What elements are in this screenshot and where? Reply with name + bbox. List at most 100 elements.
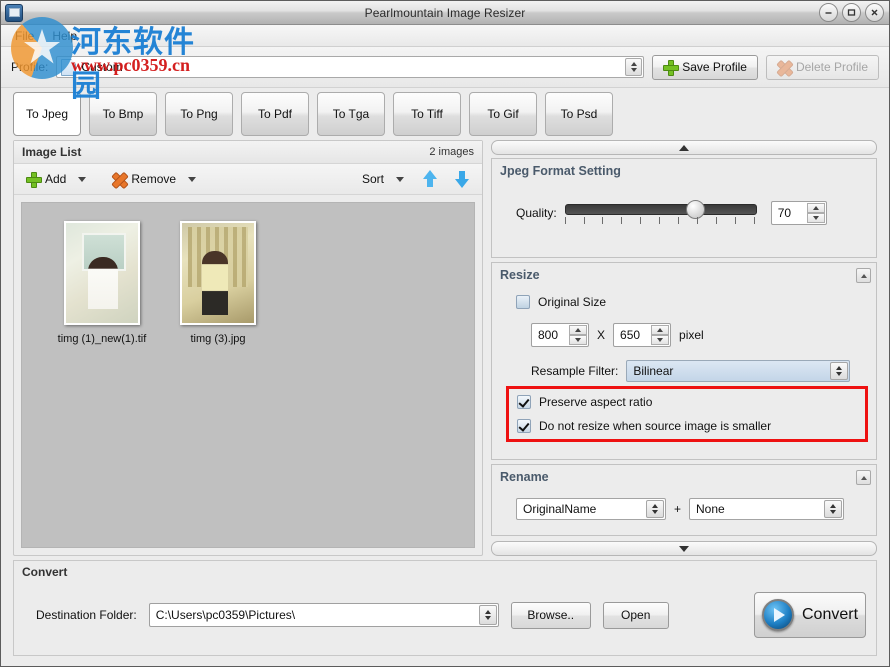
- thumbnail-image[interactable]: [64, 221, 140, 325]
- tab-to-tiff[interactable]: To Tiff: [393, 92, 461, 136]
- menu-item-file[interactable]: File: [7, 27, 42, 45]
- sort-label: Sort: [361, 172, 384, 186]
- convert-panel: Convert Destination Folder: C:\Users\pc0…: [13, 560, 877, 656]
- tab-to-png[interactable]: To Png: [165, 92, 233, 136]
- tab-to-jpeg[interactable]: To Jpeg: [13, 92, 81, 136]
- thumbnail-area[interactable]: timg (1)_new(1).tif timg (3).jpg: [21, 202, 475, 548]
- application-window: Pearlmountain Image Resizer File Help Pr…: [0, 0, 890, 667]
- move-up-icon[interactable]: [422, 170, 438, 188]
- cross-icon: [777, 60, 791, 74]
- quality-slider[interactable]: [564, 200, 757, 226]
- preserve-aspect-checkbox[interactable]: [517, 395, 531, 409]
- profile-combobox[interactable]: Custom: [56, 56, 645, 78]
- quality-step-down[interactable]: [806, 213, 825, 223]
- height-step-up[interactable]: [651, 325, 670, 335]
- profile-spinner[interactable]: [625, 58, 643, 76]
- rename-collapse-button[interactable]: [856, 470, 871, 485]
- menu-item-help[interactable]: Help: [44, 27, 85, 45]
- add-button[interactable]: Add: [22, 170, 70, 188]
- destination-folder-label: Destination Folder:: [36, 608, 137, 622]
- resize-panel: Resize Original Size 800 X 650 pixel Res…: [491, 262, 877, 460]
- slider-ticks: [564, 217, 755, 225]
- height-step-down[interactable]: [651, 335, 670, 345]
- delete-profile-button[interactable]: Delete Profile: [765, 54, 879, 80]
- open-button[interactable]: Open: [602, 601, 669, 629]
- original-size-label: Original Size: [538, 295, 607, 309]
- destination-folder-spinner[interactable]: [478, 605, 497, 625]
- tab-to-pdf[interactable]: To Pdf: [241, 92, 309, 136]
- convert-button[interactable]: Convert: [754, 592, 866, 638]
- window-title: Pearlmountain Image Resizer: [364, 5, 526, 20]
- plus-icon: [663, 60, 680, 76]
- width-step-up[interactable]: [569, 325, 587, 335]
- resample-filter-combobox[interactable]: Bilinear: [626, 360, 850, 382]
- image-count: 2 images: [429, 146, 474, 158]
- convert-title: Convert: [22, 565, 68, 579]
- rename-first-spinner[interactable]: [646, 500, 664, 518]
- original-size-checkbox[interactable]: [516, 295, 530, 309]
- window-controls: [819, 3, 884, 22]
- list-item[interactable]: timg (3).jpg: [172, 221, 264, 345]
- move-down-icon[interactable]: [454, 170, 470, 188]
- tab-to-bmp[interactable]: To Bmp: [89, 92, 157, 136]
- image-list-panel: Image List 2 images Add Remove Sort timg…: [13, 140, 483, 556]
- play-icon: [761, 599, 794, 631]
- thumbnail-filename: timg (3).jpg: [190, 333, 246, 345]
- width-input[interactable]: 800: [531, 323, 589, 347]
- rename-panel: Rename OriginalName + None: [491, 464, 877, 536]
- no-upscale-checkbox[interactable]: [517, 419, 531, 433]
- list-item[interactable]: timg (1)_new(1).tif: [56, 221, 148, 345]
- resample-filter-spinner[interactable]: [830, 362, 848, 380]
- jpeg-format-panel: Jpeg Format Setting Quality: 70: [491, 158, 877, 258]
- height-stepper[interactable]: [651, 325, 670, 345]
- resize-collapse-button[interactable]: [856, 268, 871, 283]
- rename-second-spinner[interactable]: [824, 500, 843, 518]
- rename-plus-label: +: [674, 502, 682, 516]
- main-content: Image List 2 images Add Remove Sort timg…: [1, 140, 889, 556]
- width-step-down[interactable]: [569, 335, 587, 345]
- highlight-box: Preserve aspect ratio Do not resize when…: [506, 386, 868, 442]
- rename-first-combobox[interactable]: OriginalName: [516, 498, 666, 520]
- quality-label: Quality:: [516, 206, 557, 220]
- close-button[interactable]: [865, 3, 884, 22]
- remove-cross-icon: [112, 172, 126, 186]
- dimension-separator: X: [597, 328, 606, 342]
- quality-step-up[interactable]: [806, 203, 825, 213]
- no-upscale-row[interactable]: Do not resize when source image is small…: [517, 419, 857, 433]
- resample-filter-value: Bilinear: [633, 364, 674, 378]
- resample-filter-label: Resample Filter:: [531, 364, 619, 378]
- rename-second-value: None: [696, 502, 725, 516]
- preserve-aspect-row[interactable]: Preserve aspect ratio: [517, 395, 857, 409]
- destination-folder-input[interactable]: C:\Users\pc0359\Pictures\: [148, 603, 499, 627]
- add-plus-icon: [26, 172, 42, 188]
- maximize-button[interactable]: [842, 3, 861, 22]
- browse-button[interactable]: Browse..: [510, 601, 591, 629]
- jpeg-format-title: Jpeg Format Setting: [500, 164, 621, 178]
- sort-dropdown-icon[interactable]: [396, 176, 404, 182]
- rename-first-value: OriginalName: [523, 502, 597, 516]
- save-profile-button[interactable]: Save Profile: [652, 54, 758, 80]
- width-stepper[interactable]: [569, 325, 587, 345]
- menu-bar: File Help: [1, 25, 889, 47]
- quality-value-input[interactable]: 70: [770, 201, 827, 225]
- add-dropdown-icon[interactable]: [78, 176, 87, 182]
- scroll-down-button[interactable]: [491, 541, 877, 556]
- remove-button[interactable]: Remove: [108, 170, 180, 188]
- thumbnail-filename: timg (1)_new(1).tif: [57, 333, 147, 345]
- quality-value: 70: [777, 206, 792, 220]
- sort-button[interactable]: Sort: [358, 170, 388, 188]
- no-upscale-label: Do not resize when source image is small…: [539, 419, 772, 433]
- pixel-unit-label: pixel: [679, 328, 704, 342]
- quality-stepper[interactable]: [806, 203, 825, 223]
- save-profile-label: Save Profile: [682, 60, 747, 74]
- thumbnail-image[interactable]: [180, 221, 256, 325]
- tab-to-gif[interactable]: To Gif: [469, 92, 537, 136]
- remove-label: Remove: [131, 172, 177, 186]
- rename-second-combobox[interactable]: None: [689, 498, 845, 520]
- height-input[interactable]: 650: [613, 323, 672, 347]
- remove-dropdown-icon[interactable]: [188, 176, 197, 182]
- tab-to-tga[interactable]: To Tga: [317, 92, 385, 136]
- tab-to-psd[interactable]: To Psd: [545, 92, 613, 136]
- minimize-button[interactable]: [819, 3, 838, 22]
- scroll-up-button[interactable]: [491, 140, 877, 155]
